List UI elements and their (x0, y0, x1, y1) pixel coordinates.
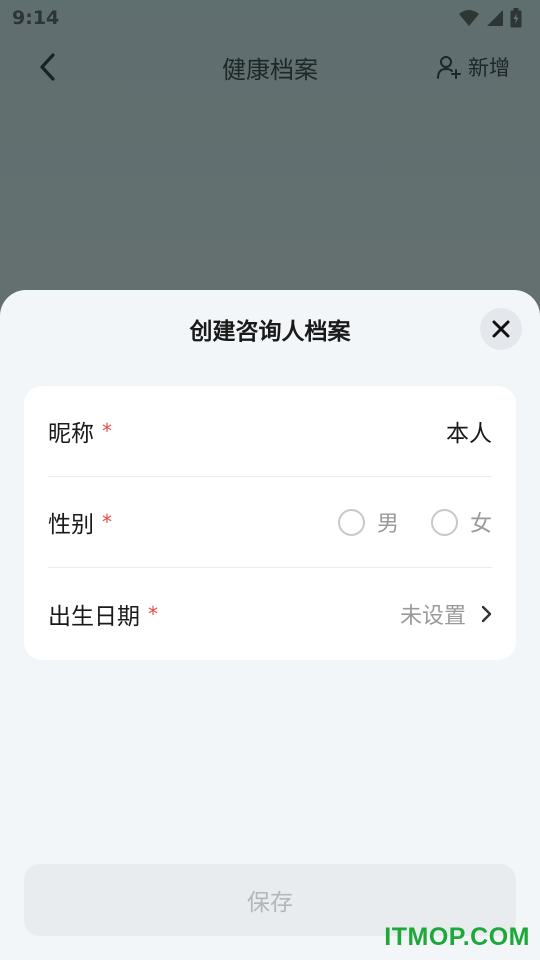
wifi-icon (459, 10, 479, 26)
nickname-label: 昵称 (48, 421, 94, 447)
birthdate-label-group: 出生日期 * (48, 597, 158, 631)
gender-row: 性别 * 男 女 (48, 477, 492, 568)
gender-option-label: 男 (376, 512, 399, 537)
screen: 9:14 健康档案 新增 创建咨询人档案 昵称 * 本人 性别 * 男 女 出生… (0, 0, 540, 960)
birthdate-row[interactable]: 出生日期 * 未设置 (48, 568, 492, 659)
status-icons (458, 8, 522, 28)
signal-icon (487, 10, 503, 26)
profile-form: 昵称 * 本人 性别 * 男 女 出生日期 * 未设置 (24, 386, 516, 660)
gender-option-male[interactable]: 男 (337, 506, 399, 538)
nickname-value[interactable]: 本人 (446, 414, 492, 448)
gender-option-label: 女 (469, 512, 492, 537)
gender-label-group: 性别 * (48, 505, 112, 539)
add-profile-label: 新增 (468, 56, 510, 80)
radio-circle[interactable] (337, 508, 365, 536)
create-profile-sheet: 创建咨询人档案 昵称 * 本人 性别 * 男 女 出生日期 * 未设置 保存 (0, 290, 540, 960)
gender-option-female[interactable]: 女 (430, 506, 492, 538)
battery-icon (510, 8, 522, 28)
app-header: 健康档案 新增 (0, 36, 540, 98)
birthdate-label: 出生日期 (48, 603, 140, 630)
gender-label: 性别 (48, 512, 94, 538)
status-time: 9:14 (12, 7, 60, 29)
chevron-right-icon (481, 605, 492, 622)
close-button[interactable] (480, 308, 522, 350)
radio-circle[interactable] (430, 508, 458, 536)
sheet-title: 创建咨询人档案 (189, 319, 351, 345)
gender-radio-group: 男 女 (337, 506, 492, 538)
required-mark: * (102, 510, 112, 534)
status-bar: 9:14 (0, 0, 540, 36)
nickname-label-group: 昵称 * (48, 414, 112, 448)
close-icon (492, 320, 510, 338)
chevron-left-icon (40, 53, 55, 81)
page-title: 健康档案 (222, 55, 318, 84)
back-button[interactable] (30, 50, 64, 84)
nickname-row[interactable]: 昵称 * 本人 (48, 386, 492, 477)
required-mark: * (148, 601, 158, 626)
birthdate-value: 未设置 (399, 603, 466, 629)
watermark: ITMOP.COM (384, 923, 530, 951)
birthdate-picker[interactable]: 未设置 (400, 598, 492, 630)
add-profile-button[interactable]: 新增 (436, 50, 510, 84)
user-plus-icon (437, 56, 461, 79)
required-mark: * (102, 419, 112, 443)
